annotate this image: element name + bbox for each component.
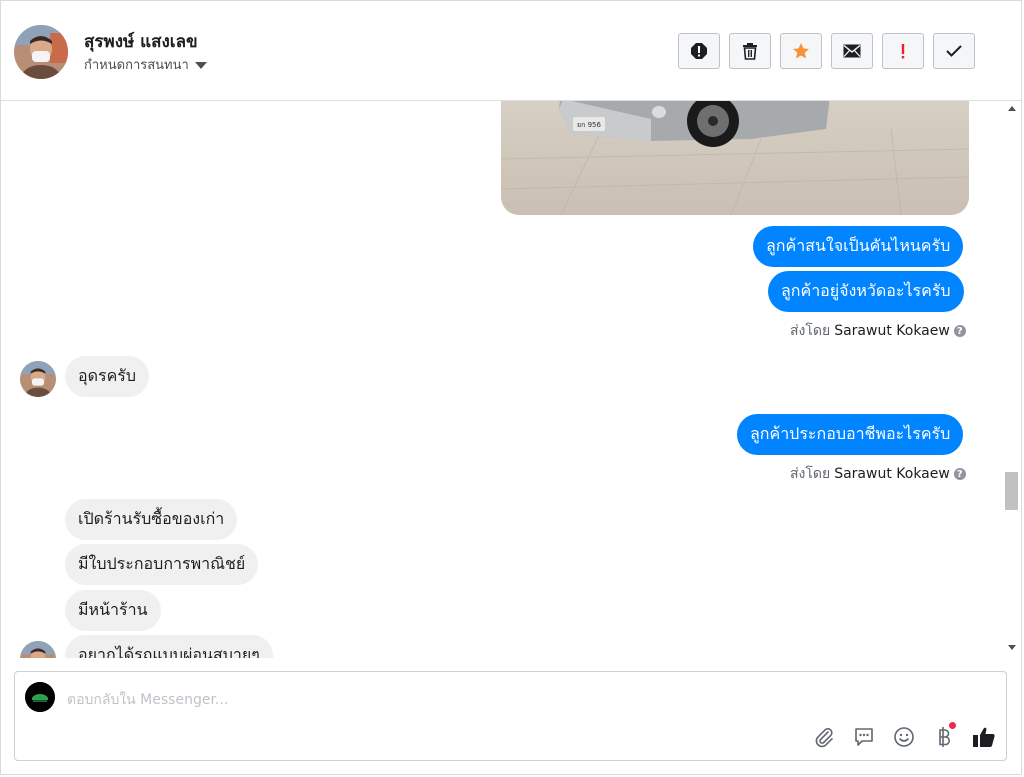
saved-reply-icon: [855, 728, 873, 746]
contact-avatar[interactable]: [14, 25, 68, 79]
scroll-up-arrow-icon[interactable]: [1008, 106, 1016, 111]
help-icon[interactable]: ?: [953, 468, 966, 480]
car-photo-attachment[interactable]: ยก 956: [501, 101, 969, 215]
attach-button[interactable]: [811, 724, 837, 750]
reply-input[interactable]: [67, 689, 967, 711]
mark-done-button[interactable]: [933, 33, 975, 69]
important-button[interactable]: [882, 33, 924, 69]
conversation-setting-dropdown[interactable]: กำหนดการสนทนา: [84, 54, 207, 75]
sender-name[interactable]: Sarawut Kokaew: [834, 323, 950, 339]
outgoing-message[interactable]: ลูกค้าสนใจเป็นคันไหนครับ: [753, 226, 964, 267]
conversation-header: สุรพงษ์ แสงเลข กำหนดการสนทนา: [1, 1, 1021, 101]
notification-dot: [949, 722, 956, 729]
contact-name[interactable]: สุรพงษ์ แสงเลข: [84, 28, 198, 55]
incoming-message[interactable]: อยากได้รถแบบผ่อนสบายๆ: [65, 635, 273, 658]
reply-composer: [14, 671, 1007, 761]
emoji-icon: [894, 727, 914, 747]
paperclip-icon: [815, 728, 833, 748]
incoming-message[interactable]: อุดรครับ: [65, 356, 150, 397]
star-button[interactable]: [780, 33, 822, 69]
star-icon: [793, 43, 809, 59]
payment-button[interactable]: [931, 722, 957, 750]
like-icon: [973, 727, 995, 747]
sent-by-label: ส่งโดย Sarawut Kokaew ?: [790, 320, 966, 342]
conversation-setting-label: กำหนดการสนทนา: [84, 58, 189, 73]
baht-payment-icon: [939, 727, 950, 747]
message-thread[interactable]: ยก 956 ลูกค้าสนใจเป็นคันไหนครับ ลูกค้าอย…: [1, 101, 1003, 658]
outgoing-message[interactable]: ลูกค้าประกอบอาชีพอะไรครับ: [737, 414, 964, 455]
action-toolbar: [678, 33, 975, 69]
report-spam-button[interactable]: [678, 33, 720, 69]
envelope-icon: [843, 44, 861, 58]
incoming-message[interactable]: มีหน้าร้าน: [65, 590, 161, 631]
sent-by-label: ส่งโดย Sarawut Kokaew ?: [790, 463, 966, 485]
contact-avatar-small[interactable]: [20, 361, 56, 397]
sent-by-prefix: ส่งโดย: [790, 323, 831, 339]
outgoing-message[interactable]: ลูกค้าอยู่จังหวัดอะไรครับ: [768, 271, 964, 312]
scroll-down-arrow-icon[interactable]: [1008, 645, 1016, 650]
like-button[interactable]: [971, 724, 997, 750]
emoji-button[interactable]: [891, 724, 917, 750]
saved-reply-button[interactable]: [851, 724, 877, 750]
help-icon[interactable]: ?: [953, 325, 966, 337]
check-icon: [946, 45, 962, 57]
svg-text:ยก 956: ยก 956: [577, 121, 601, 129]
alert-circle-icon: [691, 43, 707, 59]
incoming-message[interactable]: มีใบประกอบการพาณิชย์: [65, 544, 259, 585]
caret-down-icon: [194, 61, 207, 69]
delete-button[interactable]: [729, 33, 771, 69]
incoming-message[interactable]: เปิดร้านรับซื้อของเก่า: [65, 499, 238, 540]
exclamation-icon: [901, 44, 905, 59]
sent-by-prefix: ส่งโดย: [790, 466, 831, 482]
scrollbar-thumb[interactable]: [1005, 472, 1018, 510]
trash-icon: [743, 43, 757, 60]
page-avatar: [25, 682, 55, 712]
thread-scrollbar[interactable]: [1004, 101, 1020, 658]
contact-avatar-small[interactable]: [20, 641, 56, 658]
sender-name[interactable]: Sarawut Kokaew: [834, 466, 950, 482]
composer-actions: [811, 722, 997, 750]
mark-unread-button[interactable]: [831, 33, 873, 69]
